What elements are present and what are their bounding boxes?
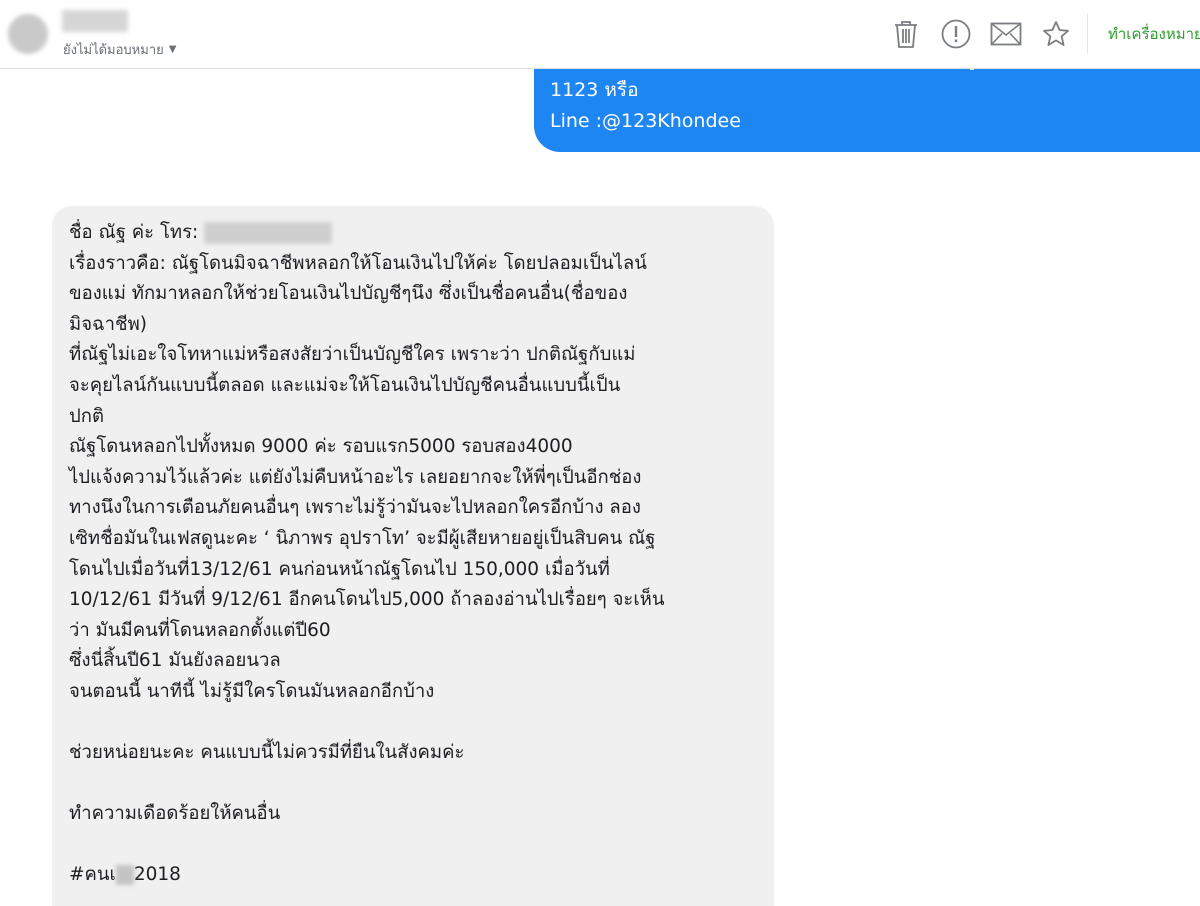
alert-icon <box>941 19 971 49</box>
message-line: ของแม่ ทักมาหลอกให้ช่วยโอนเงินไปบัญชีๆนึ… <box>69 283 628 305</box>
assign-dropdown[interactable]: ยังไม่ได้มอบหมาย ▼ <box>63 39 176 60</box>
toolbar-divider <box>1087 14 1088 54</box>
message-line: ณัฐโดนหลอกไปทั้งหมด 9000 ค่ะ รอบแรก5000 … <box>69 436 573 458</box>
mark-done-label: ทำเครื่องหมายว่าเสร็จสิ้น <box>1108 25 1200 43</box>
message-line: 10/12/61 มีวันที่ 9/12/61 อีกคนโดนไป5,00… <box>69 589 665 611</box>
hashtag-redacted <box>115 865 134 886</box>
star-icon <box>1043 21 1069 46</box>
message-line: จะคุยไลน์กันแบบนี้ตลอด และแม่จะให้โอนเงิ… <box>69 374 621 396</box>
message-line: ช่วยหน่อยนะคะ คนแบบนี้ไม่ควรมีที่ยืนในสั… <box>69 742 465 764</box>
avatar[interactable] <box>8 14 48 54</box>
conversation-toolbar: ทำเครื่องหมายว่าเสร็จสิ้น <box>881 14 1200 54</box>
message-line: โดนไปเมื่อวันที่13/12/61 คนก่อนหน้าณัฐโด… <box>69 558 610 580</box>
contact-name-redacted <box>62 10 128 32</box>
message-line: ที่ณัฐไม่เอะใจโทหาแม่หรือสงสัยว่าเป็นบัญ… <box>69 344 636 366</box>
message-line: 1123 หรือ <box>550 79 639 101</box>
hashtag-start: #คนเ <box>69 864 116 886</box>
mark-unread-button[interactable] <box>981 14 1031 54</box>
message-line: ซึ่งนี่สิ้นปี61 มันยังลอยนวล <box>69 650 281 672</box>
message-line: จนตอนนี้ นาทีนี้ ไม่รู้มีใครโดนมันหลอกอี… <box>69 680 435 702</box>
message-line: Line :@123Khondee <box>550 110 741 132</box>
message-line: เซิทชื่อมันในเฟสดูนะคะ ‘ นิภาพร อุปราโท’… <box>69 527 656 549</box>
assign-label: ยังไม่ได้มอบหมาย <box>63 43 164 58</box>
phone-number-redacted <box>204 222 333 244</box>
mail-icon <box>990 22 1022 46</box>
incoming-message-text: ชื่อ ณัฐ ค่ะ โทร: เรื่องราวคือ: ณัฐโดนมิ… <box>69 218 769 891</box>
conversation-view: ยังไม่ได้มอบหมาย ▼ ทำเครื่องหมาย 1123 หร… <box>0 0 1200 906</box>
message-line: ชื่อ ณัฐ ค่ะ โทร: <box>69 218 769 249</box>
message-line: ปกติ <box>69 405 104 427</box>
hashtag-line: #คนเ 2018 <box>69 860 769 891</box>
hashtag-end: 2018 <box>133 864 181 886</box>
message-line: มิจฉาชีพ) <box>69 313 147 335</box>
mark-done-button[interactable]: ทำเครื่องหมายว่าเสร็จสิ้น <box>1100 22 1200 46</box>
chevron-down-icon: ▼ <box>168 44 177 55</box>
incoming-message: ชื่อ ณัฐ ค่ะ โทร: เรื่องราวคือ: ณัฐโดนมิ… <box>52 206 774 906</box>
delete-button[interactable] <box>881 14 931 54</box>
message-line: ไปแจ้งความไว้แล้วค่ะ แต่ยังไม่คืบหน้าอะไ… <box>69 466 642 488</box>
message-line: ทำความเดือดร้อยให้คนอื่น <box>69 803 281 825</box>
message-line: ว่า มันมีคนที่โดนหลอกตั้งแต่ปี60 <box>69 619 331 641</box>
conversation-header: ยังไม่ได้มอบหมาย ▼ ทำเครื่องหมาย <box>0 0 1200 69</box>
name-phone-label: ชื่อ ณัฐ ค่ะ โทร: <box>69 222 199 243</box>
report-button[interactable] <box>931 14 981 54</box>
message-line: ทางนึงในการเตือนภัยคนอื่นๆ เพราะไม่รู้ว่… <box>69 497 641 519</box>
trash-icon <box>895 21 917 48</box>
star-button[interactable] <box>1031 14 1081 54</box>
message-line: เรื่องราวคือ: ณัฐโดนมิจฉาชีพหลอกให้โอนเง… <box>69 252 647 274</box>
